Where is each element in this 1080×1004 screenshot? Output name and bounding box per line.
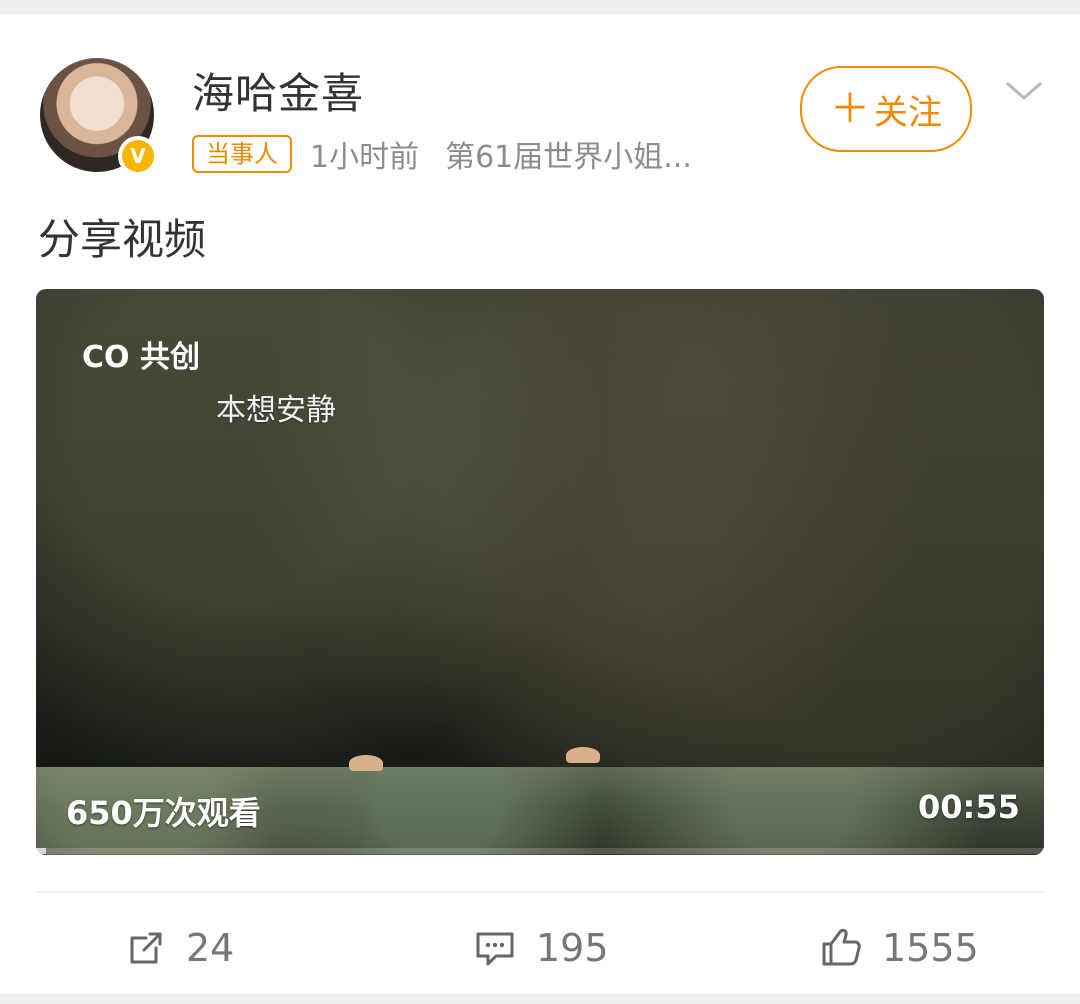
share-button[interactable]: 24 <box>124 920 234 976</box>
bottom-strip <box>0 994 1080 1004</box>
video-subtitle: 本想安静 <box>216 393 336 428</box>
video-progress[interactable] <box>36 848 1044 854</box>
like-icon <box>822 928 861 966</box>
post-content: 分享视频 <box>38 215 207 264</box>
like-count: 1555 <box>882 926 979 970</box>
share-count: 24 <box>186 926 235 970</box>
party-tag: 当事人 <box>192 135 292 173</box>
divider <box>36 891 1044 893</box>
co-creation-badge: CO 共创 <box>82 340 200 375</box>
worker-hat <box>349 755 383 771</box>
view-count: 650万次观看 <box>66 794 261 832</box>
comment-icon <box>476 932 514 966</box>
verified-badge-icon: V <box>118 136 158 176</box>
worker-hat <box>566 747 600 763</box>
post-source[interactable]: 第61届世界小姐... <box>445 132 692 176</box>
follow-label: 关注 <box>874 92 942 133</box>
plus-icon: ＋ <box>830 86 870 132</box>
post-time: 1小时前 <box>310 140 420 175</box>
chevron-down-icon[interactable] <box>1004 70 1044 110</box>
top-strip <box>0 0 1080 14</box>
follow-button[interactable]: ＋ 关注 <box>800 66 972 152</box>
share-icon <box>130 932 162 964</box>
video-progress-fill <box>36 848 47 854</box>
comment-button[interactable]: 195 <box>472 920 609 976</box>
video-duration: 00:55 <box>918 788 1020 826</box>
author-name[interactable]: 海哈金喜 <box>192 60 364 121</box>
post-meta: 当事人 1小时前 第61届世界小姐... <box>192 132 692 176</box>
like-button[interactable]: 1555 <box>818 920 979 976</box>
comment-count: 195 <box>536 926 609 970</box>
